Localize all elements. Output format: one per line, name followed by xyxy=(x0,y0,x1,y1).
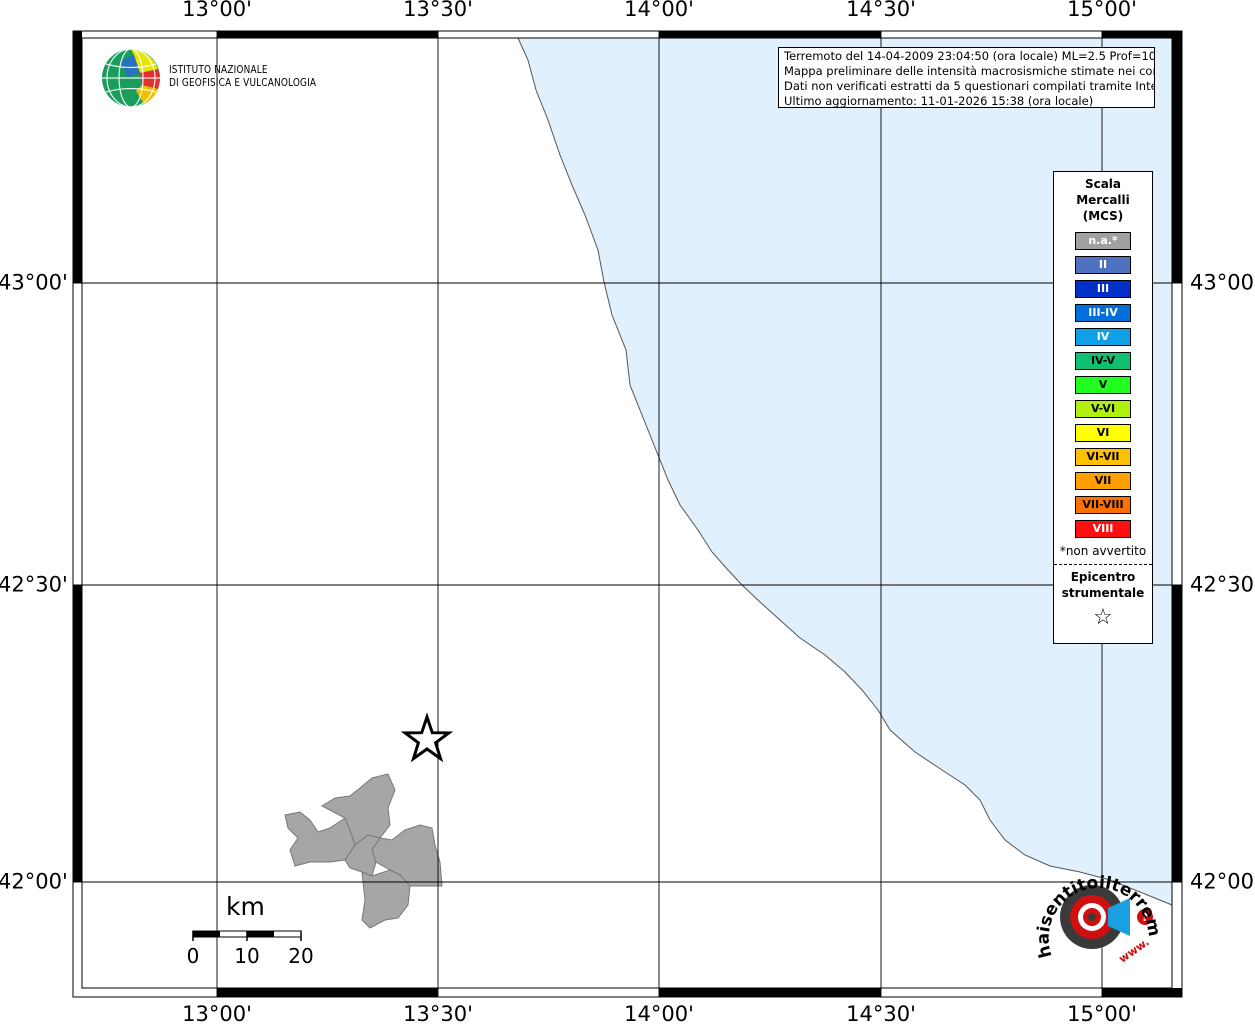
legend-title-line: Mercalli xyxy=(1076,193,1130,207)
legend-swatch: VI xyxy=(1075,424,1131,442)
lon-label-bottom: 15°00' xyxy=(1067,1002,1137,1026)
info-line: Ultimo aggiornamento: 11-01-2026 15:38 (… xyxy=(784,94,1094,108)
legend-title-line: Scala xyxy=(1084,177,1122,191)
lon-label-top: 14°30' xyxy=(846,0,916,21)
legend-epicenter: Epicentro strumentale xyxy=(1054,569,1152,601)
legend-swatch: III xyxy=(1075,280,1131,298)
municipality-polygon xyxy=(361,869,411,929)
lat-label-right: 42°00' xyxy=(1190,869,1255,894)
info-line: Terremoto del 14-04-2009 23:04:50 (ora l… xyxy=(784,49,1155,63)
legend-swatch: III-IV xyxy=(1075,304,1131,322)
ingv-logo-line2: DI GEOFISICA E VULCANOLOGIA xyxy=(169,77,317,89)
lat-label-left: 42°00' xyxy=(0,869,68,894)
legend-swatch: IV xyxy=(1075,328,1131,346)
globe-icon xyxy=(102,48,160,108)
info-line: Mappa preliminare delle intensità macros… xyxy=(784,64,1155,78)
ingv-logo: ISTITUTO NAZIONALE DI GEOFISICA E VULCAN… xyxy=(100,47,330,111)
intensity-legend: Scala Mercalli (MCS) n.a.* II III III-IV IV I… xyxy=(1053,171,1153,644)
lat-label-left: 43°00' xyxy=(0,270,68,295)
legend-swatch: V-VI xyxy=(1075,400,1131,418)
lat-label-left: 42°30' xyxy=(0,572,68,597)
epicenter-star-icon xyxy=(400,712,454,763)
lon-label-top: 13°00' xyxy=(182,0,252,21)
legend-swatch: VII xyxy=(1075,472,1131,490)
scale-tick-label: 20 xyxy=(288,944,314,968)
legend-epicenter-line: Epicentro xyxy=(1070,570,1136,584)
legend-swatch: V xyxy=(1075,376,1131,394)
lon-label-bottom: 14°30' xyxy=(846,1002,916,1026)
ingv-logo-text: ISTITUTO NAZIONALE DI GEOFISICA E VULCAN… xyxy=(169,64,316,90)
municipalities xyxy=(284,773,443,929)
legend-title-line: (MCS) xyxy=(1082,209,1124,223)
legend-title: Scala Mercalli (MCS) xyxy=(1054,176,1152,224)
legend-separator xyxy=(1054,564,1152,565)
lon-label-top: 15°00' xyxy=(1067,0,1137,21)
scale-unit: km xyxy=(226,892,265,921)
lon-label-top: 13°30' xyxy=(403,0,473,21)
lon-label-bottom: 14°00' xyxy=(624,1002,694,1026)
lon-label-top: 14°00' xyxy=(624,0,694,21)
lon-label-bottom: 13°30' xyxy=(403,1002,473,1026)
target-icon: ? haisentitoilterremoto.it www. xyxy=(1024,845,1164,966)
legend-items: n.a.* II III III-IV IV IV-V V V-VI VI VI-VII VII VI… xyxy=(1054,232,1152,538)
legend-epicenter-line: strumentale xyxy=(1061,586,1145,600)
legend-swatch: II xyxy=(1075,256,1131,274)
site-logo-www: www. xyxy=(1116,935,1151,965)
event-info-box: Terremoto del 14-04-2009 23:04:50 (ora l… xyxy=(778,47,1155,108)
legend-swatch: VI-VII xyxy=(1075,448,1131,466)
legend-note: *non avvertito xyxy=(1059,544,1147,558)
lat-label-right: 42°30' xyxy=(1190,572,1255,597)
municipality-polygon xyxy=(284,811,356,867)
lon-label-bottom: 13°00' xyxy=(182,1002,252,1026)
scale-bar xyxy=(192,930,302,941)
lat-label-right: 43°00' xyxy=(1190,270,1255,295)
legend-star-icon: ☆ xyxy=(1093,605,1113,630)
legend-swatch: VII-VIII xyxy=(1075,496,1131,514)
legend-swatch: n.a.* xyxy=(1075,232,1131,250)
legend-swatch: VIII xyxy=(1075,520,1131,538)
scale-tick-label: 10 xyxy=(234,944,260,968)
scale-tick-label: 0 xyxy=(186,944,200,968)
ingv-logo-line1: ISTITUTO NAZIONALE xyxy=(169,64,268,76)
haisentito-logo: ? haisentitoilterremoto.it www. xyxy=(1024,845,1170,980)
legend-swatch: IV-V xyxy=(1075,352,1131,370)
info-line: Dati non verificati estratti da 5 questi… xyxy=(784,79,1155,93)
